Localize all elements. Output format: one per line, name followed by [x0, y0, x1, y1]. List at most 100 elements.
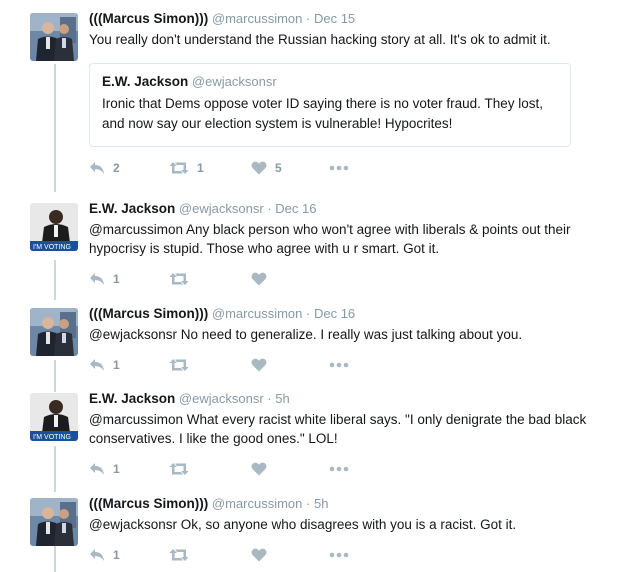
heart-icon — [251, 462, 267, 476]
quoted-author-handle: @ewjacksonsr — [191, 74, 277, 89]
reply-icon — [90, 359, 104, 371]
avatar-badge-text: I'M VOTING — [33, 434, 71, 441]
more-icon — [329, 466, 349, 472]
quoted-tweet-header: E.W. Jackson @ewjacksonsr — [102, 74, 559, 90]
author-name[interactable]: (((Marcus Simon))) — [89, 496, 208, 511]
more-button[interactable] — [329, 462, 349, 476]
tweet-actions: 1 — [89, 272, 600, 290]
thread-line — [54, 260, 56, 300]
more-icon — [329, 165, 349, 171]
retweet-button[interactable]: 1 — [169, 161, 204, 175]
thread-line — [54, 546, 56, 572]
tweet-actions: 1 — [89, 462, 600, 480]
more-button[interactable] — [329, 548, 349, 562]
avatar-marcus-image — [30, 13, 78, 61]
heart-icon — [251, 358, 267, 372]
retweet-icon — [169, 359, 189, 371]
reply-button[interactable]: 1 — [89, 358, 120, 372]
more-icon — [329, 552, 349, 558]
more-button[interactable] — [329, 161, 349, 175]
avatar[interactable]: I'M VOTING — [30, 203, 78, 251]
author-handle[interactable]: @marcussimon — [212, 11, 303, 26]
like-button[interactable] — [251, 358, 275, 372]
like-count: 5 — [275, 161, 282, 175]
heart-icon — [251, 161, 267, 175]
reply-count: 2 — [113, 161, 120, 175]
tweet-text: @marcussimon What every racist white lib… — [89, 412, 587, 446]
timestamp[interactable]: Dec 16 — [314, 306, 355, 321]
author-name[interactable]: (((Marcus Simon))) — [89, 306, 208, 321]
reply-button[interactable]: 1 — [89, 462, 120, 476]
tweet-header: (((Marcus Simon))) @marcussimon · Dec 15 — [89, 11, 600, 27]
separator-dot: · — [306, 306, 311, 321]
heart-icon — [251, 272, 267, 286]
quoted-author-name: E.W. Jackson — [102, 74, 189, 89]
avatar-jackson-image: I'M VOTING — [30, 393, 78, 441]
tweet-text: @ewjacksonsr No need to generalize. I re… — [89, 327, 523, 342]
timestamp[interactable]: Dec 16 — [275, 201, 316, 216]
heart-icon — [251, 548, 267, 562]
reply-count: 1 — [113, 272, 120, 286]
author-handle[interactable]: @marcussimon — [212, 496, 303, 511]
like-button[interactable]: 5 — [251, 161, 282, 175]
author-handle[interactable]: @marcussimon — [212, 306, 303, 321]
retweet-icon — [169, 463, 189, 475]
avatar-badge-text: I'M VOTING — [33, 244, 71, 251]
reply-icon — [90, 273, 104, 285]
author-name[interactable]: (((Marcus Simon))) — [89, 11, 208, 26]
like-button[interactable] — [251, 272, 275, 286]
retweet-button[interactable] — [169, 462, 197, 476]
avatar[interactable] — [30, 308, 78, 356]
retweet-icon — [169, 273, 189, 285]
retweet-icon — [169, 549, 189, 561]
avatar[interactable]: I'M VOTING — [30, 393, 78, 441]
more-icon — [329, 362, 349, 368]
retweet-count: 1 — [197, 161, 204, 175]
reply-count: 1 — [113, 462, 120, 476]
tweet-actions: 2 1 5 — [89, 161, 600, 179]
author-handle[interactable]: @ewjacksonsr — [179, 391, 264, 406]
thread-line — [54, 360, 56, 392]
quoted-tweet[interactable]: E.W. Jackson @ewjacksonsr Ironic that De… — [89, 63, 571, 147]
separator-dot: · — [267, 201, 272, 216]
author-handle[interactable]: @ewjacksonsr — [179, 201, 264, 216]
tweet-header: E.W. Jackson @ewjacksonsr · Dec 16 — [89, 201, 600, 217]
avatar[interactable] — [30, 498, 78, 546]
tweet-actions: 1 — [89, 358, 600, 376]
like-button[interactable] — [251, 548, 275, 562]
reply-button[interactable]: 2 — [89, 161, 120, 175]
more-button[interactable] — [329, 358, 349, 372]
tweet-actions: 1 — [89, 548, 600, 566]
quoted-tweet-text: Ironic that Dems oppose voter ID saying … — [102, 96, 543, 131]
thread-line — [54, 446, 56, 492]
retweet-icon — [169, 162, 189, 174]
reply-button[interactable]: 1 — [89, 272, 120, 286]
avatar-marcus-image — [30, 308, 78, 356]
author-name[interactable]: E.W. Jackson — [89, 391, 175, 406]
thread-line — [54, 64, 56, 192]
reply-icon — [90, 549, 104, 561]
reply-count: 1 — [113, 548, 120, 562]
reply-icon — [90, 162, 104, 174]
avatar[interactable] — [30, 13, 78, 61]
tweet-header: (((Marcus Simon))) @marcussimon · 5h — [89, 496, 600, 512]
reply-count: 1 — [113, 358, 120, 372]
like-button[interactable] — [251, 462, 275, 476]
separator-dot: · — [306, 11, 311, 26]
tweet-text: @ewjacksonsr Ok, so anyone who disagrees… — [89, 517, 517, 532]
reply-icon — [90, 463, 104, 475]
retweet-button[interactable] — [169, 272, 197, 286]
reply-button[interactable]: 1 — [89, 548, 120, 562]
timestamp[interactable]: 5h — [275, 391, 289, 406]
timestamp[interactable]: Dec 15 — [314, 11, 355, 26]
avatar-jackson-image: I'M VOTING — [30, 203, 78, 251]
tweet-text: @marcussimon Any black person who won't … — [89, 222, 571, 256]
avatar-marcus-image — [30, 498, 78, 546]
author-name[interactable]: E.W. Jackson — [89, 201, 175, 216]
separator-dot: · — [267, 391, 272, 406]
retweet-button[interactable] — [169, 548, 197, 562]
tweet-header: E.W. Jackson @ewjacksonsr · 5h — [89, 391, 600, 407]
timestamp[interactable]: 5h — [314, 496, 328, 511]
separator-dot: · — [306, 496, 311, 511]
retweet-button[interactable] — [169, 358, 197, 372]
